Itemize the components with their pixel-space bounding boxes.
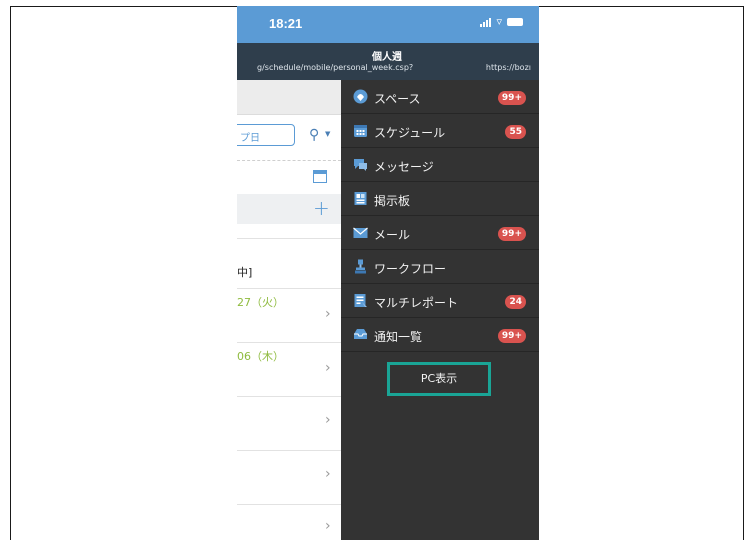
status-time: 18:21 (269, 16, 303, 31)
divider (237, 238, 341, 239)
message-icon (354, 159, 367, 171)
page-header (237, 80, 341, 115)
divider (237, 450, 341, 451)
menu-item-label: マルチレポート (374, 296, 459, 310)
chevron-right-icon[interactable]: › (325, 518, 331, 534)
report-icon (354, 294, 367, 307)
menu-item-message[interactable]: メッセージ (341, 148, 539, 182)
pc-view-button[interactable]: PC表示 (387, 362, 491, 396)
count-badge: 55 (505, 125, 526, 139)
divider (237, 504, 341, 505)
chevron-right-icon[interactable]: › (325, 412, 331, 428)
date-input[interactable]: プ日 (237, 124, 295, 146)
menu-item-label: ワークフロー (374, 262, 447, 276)
battery-icon (507, 18, 523, 26)
calendar-icon (354, 125, 367, 137)
count-badge: 24 (505, 295, 526, 309)
menu-item-label: スペース (374, 92, 421, 106)
search-icon[interactable]: ⚲ (309, 127, 319, 143)
count-badge: 99+ (497, 329, 526, 343)
count-badge: 99+ (497, 227, 526, 241)
menu-item-label: 通知一覧 (374, 330, 423, 344)
menu-item-label: スケジュール (374, 126, 446, 140)
add-icon[interactable]: + (313, 196, 330, 220)
background-schedule-page: プ日 ⚲ ▼ + 中] 27（火） › 06（木） › › › › (237, 80, 341, 540)
list-item-date: 27（火） (237, 296, 284, 309)
chevron-right-icon[interactable]: › (325, 360, 331, 376)
divider (237, 396, 341, 397)
status-icons: ▿ (480, 15, 523, 28)
space-icon (353, 89, 368, 104)
browser-url-bar[interactable]: 個人週 g/schedule/mobile/personal_week.csp?… (237, 43, 539, 80)
chevron-right-icon[interactable]: › (325, 466, 331, 482)
page-title: 個人週 (372, 52, 402, 63)
menu-item-label: 掲示板 (374, 194, 411, 208)
menu-item-workflow[interactable]: ワークフロー (341, 250, 539, 284)
menu-item-notifications[interactable]: 通知一覧 99+ (341, 318, 539, 352)
list-item-title: 中] (237, 266, 253, 279)
menu-item-label: メール (374, 228, 411, 242)
divider (237, 288, 341, 289)
mail-icon (353, 227, 368, 238)
url-text-next-tab: https://bozı (485, 63, 531, 72)
workflow-icon (355, 259, 366, 274)
menu-item-label: メッセージ (374, 160, 434, 174)
notification-icon (354, 329, 367, 339)
divider (237, 160, 341, 161)
phone-screen: 18:21 ▿ 個人週 g/schedule/mobile/personal_w… (237, 6, 539, 540)
wifi-icon: ▿ (496, 15, 502, 28)
calendar-picker-icon[interactable] (313, 170, 327, 183)
menu-item-bulletin[interactable]: 掲示板 (341, 182, 539, 216)
bulletin-icon (354, 192, 367, 205)
menu-item-multi-report[interactable]: マルチレポート 24 (341, 284, 539, 318)
menu-item-mail[interactable]: メール 99+ (341, 216, 539, 250)
list-item-date: 06（木） (237, 350, 284, 363)
signal-icon (480, 17, 492, 27)
count-badge: 99+ (497, 91, 526, 105)
url-text: g/schedule/mobile/personal_week.csp? (257, 63, 414, 72)
chevron-down-icon[interactable]: ▼ (325, 130, 330, 138)
menu-item-schedule[interactable]: スケジュール 55 (341, 114, 539, 148)
chevron-right-icon[interactable]: › (325, 306, 331, 322)
status-bar: 18:21 ▿ (237, 6, 539, 43)
app-menu-drawer: スペース 99+ スケジュール 55 メッセージ 掲示板 メール 99+ ワーク… (341, 80, 539, 540)
divider (237, 342, 341, 343)
menu-item-space[interactable]: スペース 99+ (341, 80, 539, 114)
